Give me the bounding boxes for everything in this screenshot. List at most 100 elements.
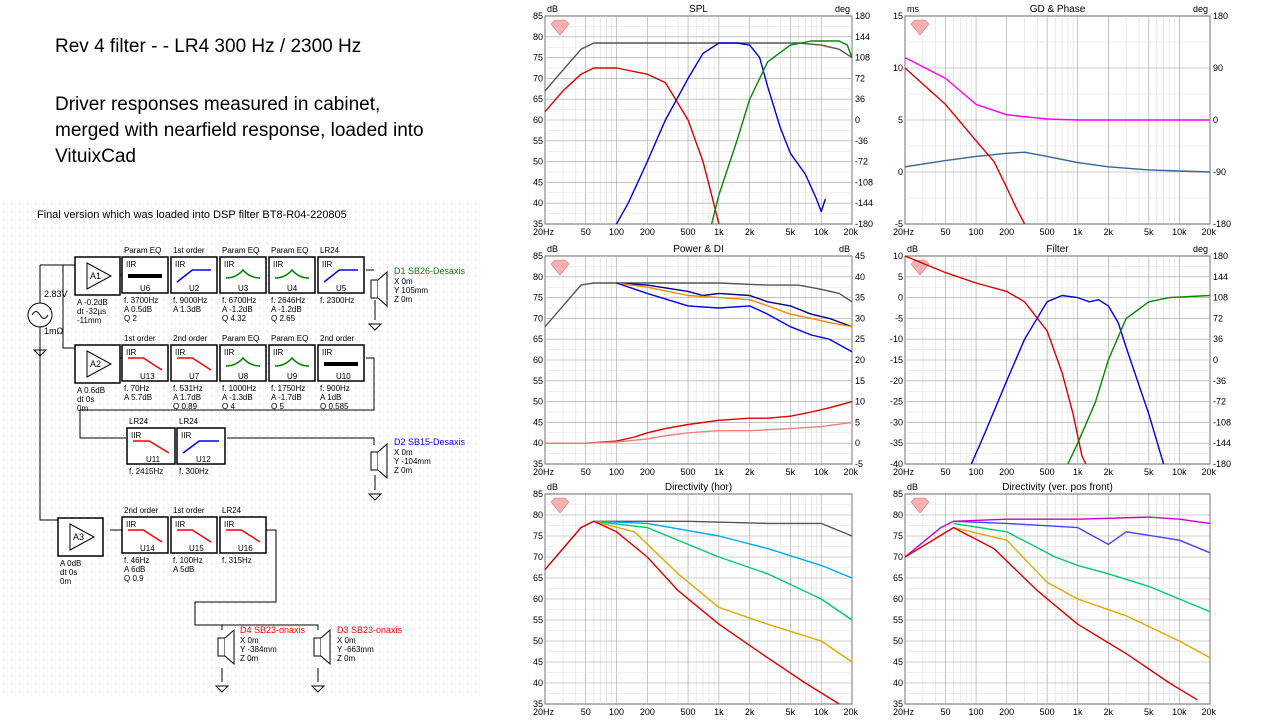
y-tick-label: -30 [890, 417, 903, 427]
y-tick-label: 60 [893, 594, 903, 604]
y-tick-label: 0 [898, 293, 903, 303]
slide-title: Rev 4 filter - - LR4 300 Hz / 2300 Hz [55, 36, 362, 57]
speaker-icon [370, 451, 379, 471]
block-kind: IIR [224, 348, 234, 357]
driver-param: X 0m [337, 636, 356, 645]
block-param: A -1.7dB [271, 393, 302, 402]
amp-param: A 0.6dB [77, 386, 105, 395]
y2-tick-label: 72 [1213, 313, 1223, 323]
x-tick-label: 20Hz [533, 227, 555, 237]
block-kind: IIR [322, 348, 332, 357]
x-tick-label: 1k [714, 467, 724, 477]
left-unit: dB [547, 482, 558, 492]
left-unit: dB [547, 4, 558, 14]
y-tick-label: 80 [533, 510, 543, 520]
left-unit: ms [907, 4, 919, 14]
block-id: U11 [146, 455, 161, 464]
y-tick-label: -10 [890, 334, 903, 344]
y-tick-label: 85 [893, 489, 903, 499]
driver-param: Y -104mm [394, 457, 431, 466]
block-param: f. 70Hz [124, 384, 149, 393]
x-tick-label: 10k [1172, 467, 1187, 477]
description-line-2: merged with nearfield response, loaded i… [55, 120, 424, 141]
block-id: U10 [336, 372, 351, 381]
block-param: f. 2300Hz [320, 296, 354, 305]
block-id: U15 [189, 544, 204, 553]
description-line-1: Driver responses measured in cabinet, [55, 94, 381, 115]
x-tick-label: 1k [1073, 707, 1083, 717]
x-tick-label: 50 [581, 467, 591, 477]
block-kind: IIR [181, 431, 191, 440]
block-param: A 6dB [124, 565, 145, 574]
block-id: U12 [196, 455, 211, 464]
y2-tick-label: 0 [855, 438, 860, 448]
x-tick-label: 5k [786, 227, 796, 237]
y2-tick-label: 36 [1213, 334, 1223, 344]
y2-tick-label: -144 [1213, 438, 1231, 448]
x-tick-label: 100 [969, 707, 984, 717]
block-id: U4 [287, 284, 298, 293]
y2-tick-label: -36 [855, 136, 868, 146]
block-type: 2nd order [320, 334, 355, 343]
left-unit: dB [547, 244, 558, 254]
x-tick-label: 20k [843, 227, 858, 237]
block-param: A -1.2dB [222, 305, 253, 314]
y-tick-label: 55 [533, 376, 543, 386]
driver-param: Z 0m [337, 654, 356, 663]
driver-param: Y 105mm [394, 286, 428, 295]
x-tick-label: 200 [999, 227, 1014, 237]
y-tick-label: -5 [895, 313, 903, 323]
x-tick-label: 2k [745, 227, 755, 237]
speaker-icon [313, 637, 322, 657]
block-id: U13 [140, 372, 155, 381]
x-tick-label: 20k [1201, 467, 1216, 477]
amp-param: dt -32µs [77, 307, 106, 316]
block-param: A 1.3dB [173, 305, 201, 314]
x-tick-label: 2k [1104, 227, 1114, 237]
y-tick-label: 55 [893, 615, 903, 625]
y2-tick-label: 0 [1213, 115, 1218, 125]
driver-param: X 0m [394, 277, 413, 286]
y2-tick-label: -108 [1213, 417, 1231, 427]
x-tick-label: 500 [681, 227, 696, 237]
x-tick-label: 20Hz [533, 707, 555, 717]
block-type: Param EQ [271, 246, 308, 255]
filter-chart: FilterdB deg1050-5-10-15-20-25-30-35-4018… [890, 244, 1231, 477]
x-tick-label: 20Hz [533, 467, 555, 477]
block-param: f. 300Hz [179, 467, 209, 476]
y-tick-label: 70 [533, 552, 543, 562]
block-type: LR24 [320, 246, 340, 255]
y-tick-label: 75 [533, 53, 543, 63]
x-tick-label: 2k [1104, 467, 1114, 477]
gd-phase-chart: GD & Phasems deg151050-5180900-90-18020Hz… [893, 4, 1231, 237]
driver-param: X 0m [240, 636, 259, 645]
x-tick-label: 5k [1144, 227, 1154, 237]
block-kind: IIR [224, 520, 234, 529]
y-tick-label: 55 [533, 615, 543, 625]
x-tick-label: 5k [786, 467, 796, 477]
block-param: f. 9000Hz [173, 296, 207, 305]
x-tick-label: 5k [786, 707, 796, 717]
x-tick-label: 20k [1201, 707, 1216, 717]
y-tick-label: 60 [533, 594, 543, 604]
x-tick-label: 1k [714, 707, 724, 717]
y2-tick-label: -36 [1213, 376, 1226, 386]
x-tick-label: 20k [843, 707, 858, 717]
block-param: Q 4.32 [222, 314, 247, 323]
block-kind: IIR [322, 260, 332, 269]
y2-tick-label: 10 [855, 397, 865, 407]
x-tick-label: 10k [814, 227, 829, 237]
y-tick-label: -20 [890, 376, 903, 386]
x-tick-label: 20Hz [893, 707, 915, 717]
block-param: Q 5 [271, 402, 284, 411]
x-tick-label: 500 [681, 467, 696, 477]
directivity-ver-chart: Directivity (ver. pos front) dB 85 80 75 70 65… [893, 482, 1217, 717]
right-unit: deg [835, 4, 850, 14]
block-type: Param EQ [222, 246, 259, 255]
source-resistance: 1mΩ [44, 326, 64, 336]
block-kind: IIR [224, 260, 234, 269]
driver-param: Z 0m [394, 295, 413, 304]
block-param: f. 2646Hz [271, 296, 305, 305]
block-kind: IIR [175, 348, 185, 357]
y-tick-label: 10 [893, 251, 903, 261]
